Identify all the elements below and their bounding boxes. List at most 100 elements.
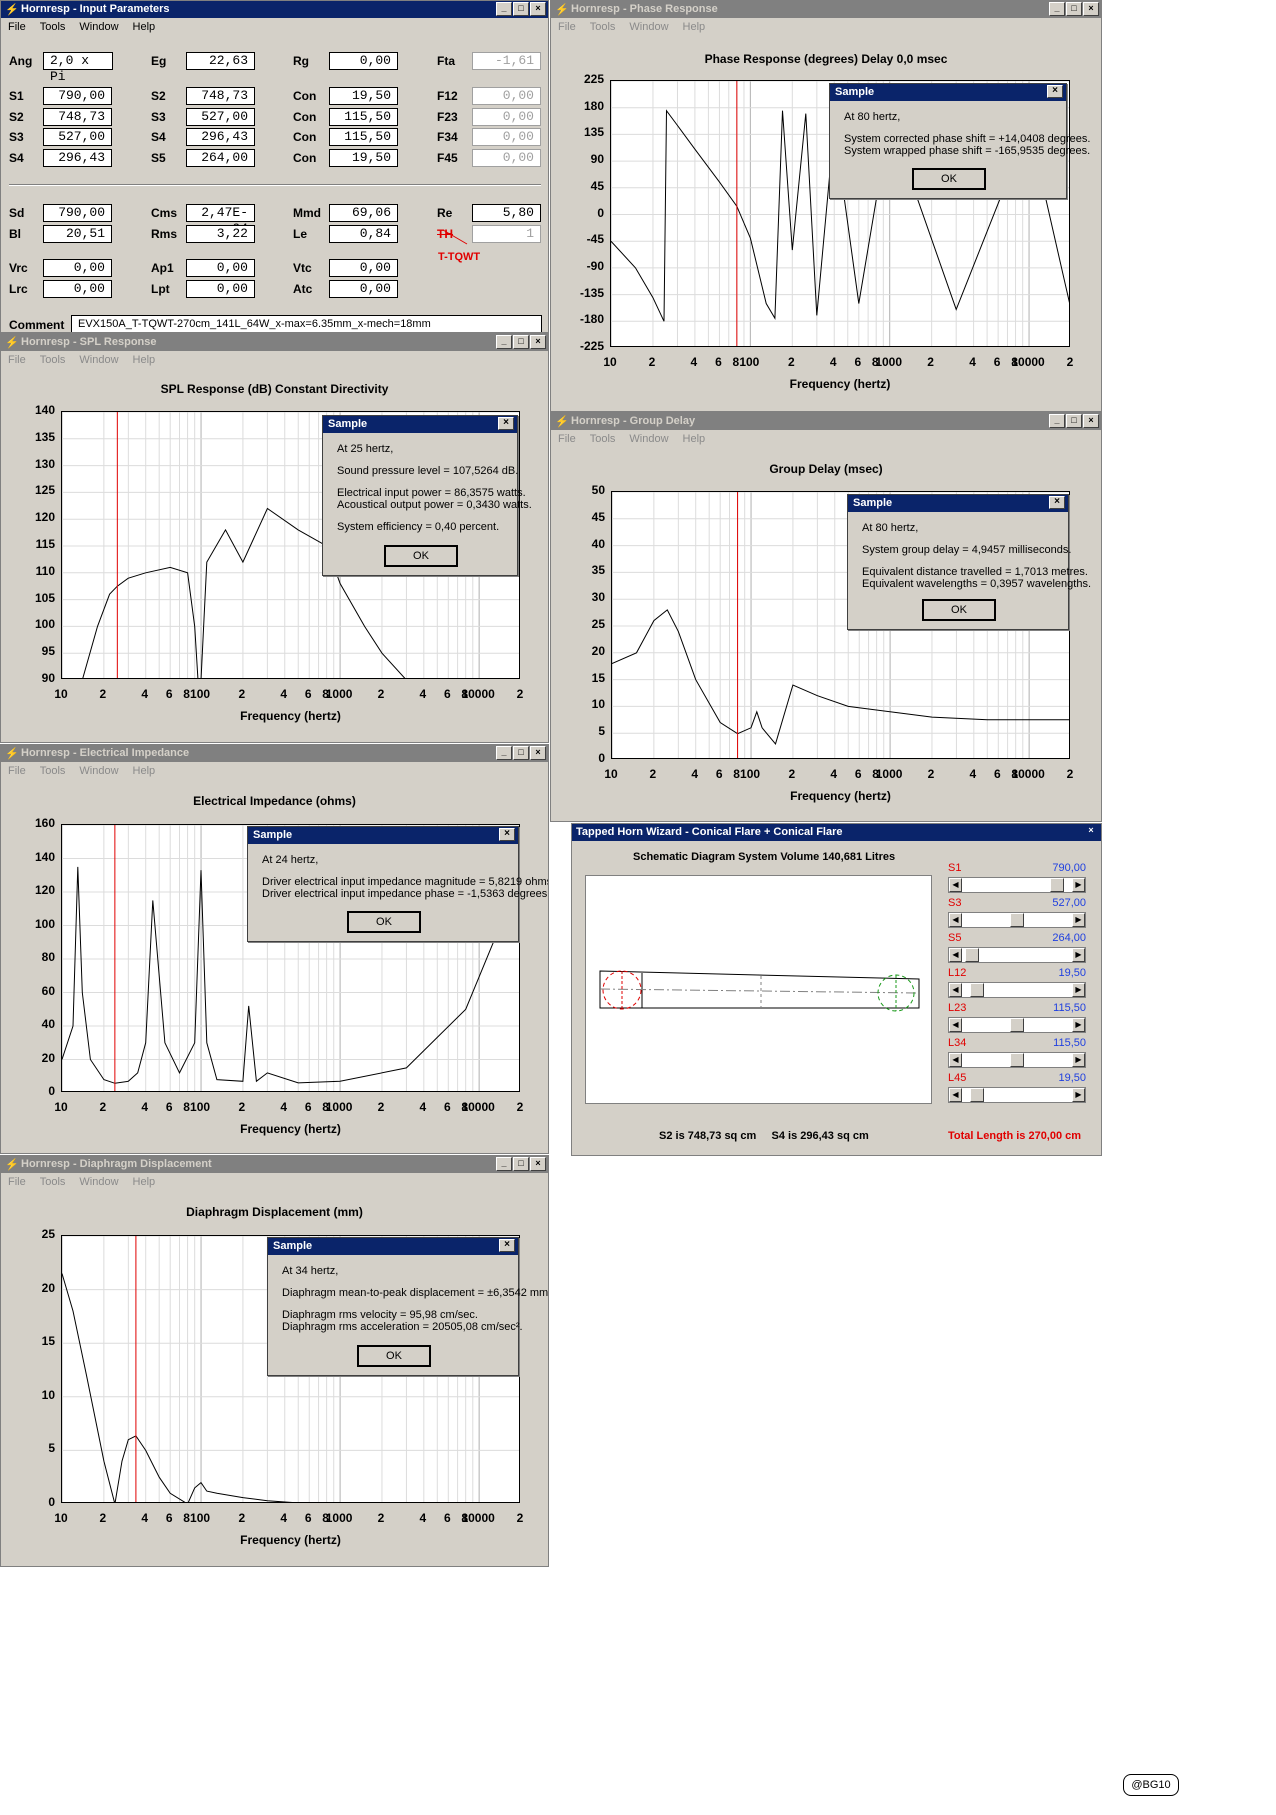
menu-item-tools[interactable]: Tools <box>590 21 616 34</box>
dialog-close-icon[interactable]: × <box>499 1239 515 1252</box>
scroll-right-arrow-icon[interactable]: ▶ <box>1072 983 1085 997</box>
title-bar[interactable]: Tapped Horn Wizard - Conical Flare + Con… <box>572 824 1101 841</box>
menu-item-help[interactable]: Help <box>133 765 156 778</box>
scroll-right-arrow-icon[interactable]: ▶ <box>1072 1018 1085 1032</box>
menu-item-window[interactable]: Window <box>79 354 118 367</box>
param-field-lrc[interactable]: 0,00 <box>43 280 112 298</box>
param-field-s4[interactable]: 296,43 <box>186 128 255 146</box>
title-bar[interactable]: ⚡ Hornresp - Diaphragm Displacement _ □ × <box>1 1156 548 1173</box>
param-field-s2[interactable]: 748,73 <box>186 87 255 105</box>
param-field-s4[interactable]: 296,43 <box>43 149 112 167</box>
param-field-ap1[interactable]: 0,00 <box>186 259 255 277</box>
menu-item-file[interactable]: File <box>8 21 26 34</box>
dialog-close-icon[interactable]: × <box>1049 496 1065 509</box>
param-field-rg[interactable]: 0,00 <box>329 52 398 70</box>
ok-button[interactable]: OK <box>347 911 421 933</box>
comment-field[interactable]: EVX150A_T-TQWT-270cm_141L_64W_x-max=6.35… <box>71 315 542 332</box>
menu-item-tools[interactable]: Tools <box>40 765 66 778</box>
param-field-vrc[interactable]: 0,00 <box>43 259 112 277</box>
slider-s1[interactable]: ◀ ▶ <box>948 877 1086 893</box>
title-bar[interactable]: ⚡ Hornresp - Electrical Impedance _ □ × <box>1 745 548 762</box>
ok-button[interactable]: OK <box>912 168 986 190</box>
slider-thumb[interactable] <box>1010 1018 1024 1032</box>
slider-l45[interactable]: ◀ ▶ <box>948 1087 1086 1103</box>
minimize-icon[interactable]: _ <box>496 2 512 16</box>
param-field-s3[interactable]: 527,00 <box>43 128 112 146</box>
menu-item-tools[interactable]: Tools <box>40 1176 66 1189</box>
ok-button[interactable]: OK <box>357 1345 431 1367</box>
menu-item-tools[interactable]: Tools <box>40 354 66 367</box>
param-field-f23[interactable]: 0,00 <box>472 108 541 126</box>
menu-item-file[interactable]: File <box>8 354 26 367</box>
maximize-icon[interactable]: □ <box>1066 2 1082 16</box>
menu-item-file[interactable]: File <box>8 765 26 778</box>
param-field-con[interactable]: 115,50 <box>329 128 398 146</box>
param-field-ang[interactable]: 2,0 x Pi <box>43 52 113 84</box>
menu-item-file[interactable]: File <box>8 1176 26 1189</box>
scroll-right-arrow-icon[interactable]: ▶ <box>1072 1053 1085 1067</box>
title-bar[interactable]: ⚡ Hornresp - Input Parameters _ □ × <box>1 1 548 18</box>
scroll-left-arrow-icon[interactable]: ◀ <box>949 1018 962 1032</box>
param-field-re[interactable]: 5,80 <box>472 204 541 222</box>
param-field-vtc[interactable]: 0,00 <box>329 259 398 277</box>
menu-item-window[interactable]: Window <box>79 21 118 34</box>
scroll-left-arrow-icon[interactable]: ◀ <box>949 1088 962 1102</box>
param-field-con[interactable]: 115,50 <box>329 108 398 126</box>
scroll-right-arrow-icon[interactable]: ▶ <box>1072 878 1085 892</box>
slider-thumb[interactable] <box>969 983 984 997</box>
menu-item-tools[interactable]: Tools <box>590 433 616 446</box>
slider-thumb[interactable] <box>969 1088 984 1102</box>
slider-l12[interactable]: ◀ ▶ <box>948 982 1086 998</box>
minimize-icon[interactable]: _ <box>1049 414 1065 428</box>
param-field-bl[interactable]: 20,51 <box>43 225 112 243</box>
param-field-s2[interactable]: 748,73 <box>43 108 112 126</box>
scroll-left-arrow-icon[interactable]: ◀ <box>949 1053 962 1067</box>
maximize-icon[interactable]: □ <box>513 746 529 760</box>
minimize-icon[interactable]: _ <box>496 746 512 760</box>
param-field-s3[interactable]: 527,00 <box>186 108 255 126</box>
title-bar[interactable]: ⚡ Hornresp - Phase Response _ □ × <box>551 1 1101 18</box>
scroll-left-arrow-icon[interactable]: ◀ <box>949 878 962 892</box>
dialog-close-icon[interactable]: × <box>499 828 515 841</box>
param-field-mmd[interactable]: 69,06 <box>329 204 398 222</box>
param-field-s5[interactable]: 264,00 <box>186 149 255 167</box>
slider-thumb[interactable] <box>964 948 979 962</box>
menu-item-file[interactable]: File <box>558 21 576 34</box>
param-field-f12[interactable]: 0,00 <box>472 87 541 105</box>
menu-item-help[interactable]: Help <box>683 21 706 34</box>
menu-item-window[interactable]: Window <box>79 1176 118 1189</box>
param-field-s1[interactable]: 790,00 <box>43 87 112 105</box>
slider-thumb[interactable] <box>1010 1053 1024 1067</box>
menu-item-window[interactable]: Window <box>629 21 668 34</box>
slider-thumb[interactable] <box>1010 913 1024 927</box>
param-field-le[interactable]: 0,84 <box>329 225 398 243</box>
param-field-eg[interactable]: 22,63 <box>186 52 255 70</box>
param-field-cms[interactable]: 2,47E-04 <box>186 204 255 236</box>
menu-item-help[interactable]: Help <box>133 21 156 34</box>
slider-thumb[interactable] <box>1050 878 1065 892</box>
minimize-icon[interactable]: _ <box>1049 2 1065 16</box>
menu-item-help[interactable]: Help <box>683 433 706 446</box>
scroll-left-arrow-icon[interactable]: ◀ <box>949 948 962 962</box>
menu-item-tools[interactable]: Tools <box>40 21 66 34</box>
scroll-left-arrow-icon[interactable]: ◀ <box>949 913 962 927</box>
close-icon[interactable]: × <box>530 746 546 760</box>
minimize-icon[interactable]: _ <box>496 335 512 349</box>
slider-l34[interactable]: ◀ ▶ <box>948 1052 1086 1068</box>
menu-item-window[interactable]: Window <box>629 433 668 446</box>
scroll-left-arrow-icon[interactable]: ◀ <box>949 983 962 997</box>
title-bar[interactable]: ⚡ Hornresp - Group Delay _ □ × <box>551 413 1101 430</box>
menu-item-window[interactable]: Window <box>79 765 118 778</box>
close-icon[interactable]: × <box>530 2 546 16</box>
close-icon[interactable]: × <box>530 335 546 349</box>
param-field-con[interactable]: 19,50 <box>329 149 398 167</box>
slider-s5[interactable]: ◀ ▶ <box>948 947 1086 963</box>
scroll-right-arrow-icon[interactable]: ▶ <box>1072 1088 1085 1102</box>
ok-button[interactable]: OK <box>384 545 458 567</box>
close-icon[interactable]: × <box>530 1157 546 1171</box>
maximize-icon[interactable]: □ <box>1066 414 1082 428</box>
close-icon[interactable]: × <box>1083 414 1099 428</box>
dialog-close-icon[interactable]: × <box>498 417 514 430</box>
param-field-fta[interactable]: -1,61 <box>472 52 541 70</box>
slider-l23[interactable]: ◀ ▶ <box>948 1017 1086 1033</box>
